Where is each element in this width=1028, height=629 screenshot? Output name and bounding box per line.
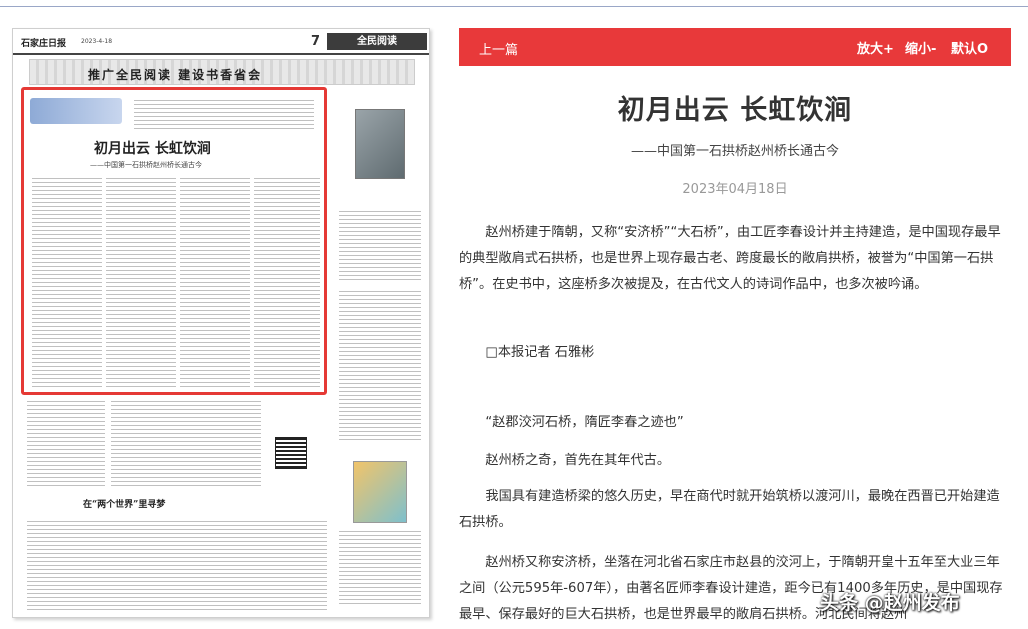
book-cover-image-2 (353, 461, 407, 523)
article-subheading: “赵郡洨河石桥，隋匠李春之迹也” (459, 410, 1011, 436)
article-paragraph: 赵州桥之奇，首先在其年代古。 (459, 448, 1011, 474)
article-subtitle: ——中国第一石拱桥赵州桥长通古今 (459, 140, 1011, 159)
paper-logo: 石家庄日报 (21, 36, 66, 49)
paper-article2-title: 在“两个世界”里寻梦 (83, 497, 165, 510)
column-logo-image (30, 98, 122, 124)
text-block-lines (339, 291, 421, 441)
highlighted-article-title: 初月出云 长虹饮涧 (94, 138, 211, 158)
text-block-lines (111, 401, 261, 489)
text-block-lines (27, 401, 105, 489)
qr-code-image (275, 437, 307, 469)
default-size-button[interactable]: 默认O (951, 38, 988, 57)
zoom-out-button[interactable]: 缩小- (905, 38, 936, 57)
previous-article-link[interactable]: 上一篇 (479, 39, 518, 58)
watermark-text: 头条 @赵州发布 (820, 588, 960, 615)
text-column-1 (32, 178, 102, 388)
paper-page-number: 7 (311, 34, 320, 49)
article-date: 2023年04月18日 (459, 178, 1011, 197)
paper-banner: 推广全民阅读 建设书香省会 (29, 59, 415, 85)
article-toolbar: 上一篇 放大+ 缩小- 默认O (459, 28, 1011, 66)
paper-masthead: 石家庄日报 2023-4-18 7 全民阅读 (13, 29, 429, 55)
article-paragraph: 赵州桥建于隋朝，又称“安济桥”“大石桥”，由工匠李春设计并主持建造，是中国现存最… (459, 220, 1011, 298)
text-block-lines (339, 211, 421, 281)
text-block-lines (27, 521, 327, 613)
article-title: 初月出云 长虹饮涧 (459, 88, 1011, 127)
paper-date: 2023-4-18 (81, 38, 112, 45)
newspaper-page-image[interactable]: 石家庄日报 2023-4-18 7 全民阅读 推广全民阅读 建设书香省会 初月出… (12, 28, 430, 618)
highlighted-article-subtitle: ——中国第一石拱桥赵州桥长通古今 (90, 160, 202, 170)
text-column-2 (106, 178, 176, 388)
article-paragraph: 我国具有建造桥梁的悠久历史，早在商代时就开始筑桥以渡河川，最晚在西晋已开始建造石… (459, 484, 1011, 536)
highlighted-article-region[interactable]: 初月出云 长虹饮涧 ——中国第一石拱桥赵州桥长通古今 (21, 87, 327, 395)
text-block-lines (134, 100, 314, 130)
paper-right-column (335, 91, 425, 611)
text-column-3 (180, 178, 250, 388)
text-column-4 (254, 178, 320, 388)
book-cover-image (355, 109, 405, 179)
paper-section-label: 全民阅读 (327, 33, 427, 50)
zoom-in-button[interactable]: 放大+ (857, 38, 894, 57)
paper-banner-text: 推广全民阅读 建设书香省会 (88, 66, 262, 83)
article-byline: □本报记者 石雅彬 (459, 340, 1011, 366)
top-divider (0, 6, 1028, 7)
text-block-lines (339, 531, 421, 607)
